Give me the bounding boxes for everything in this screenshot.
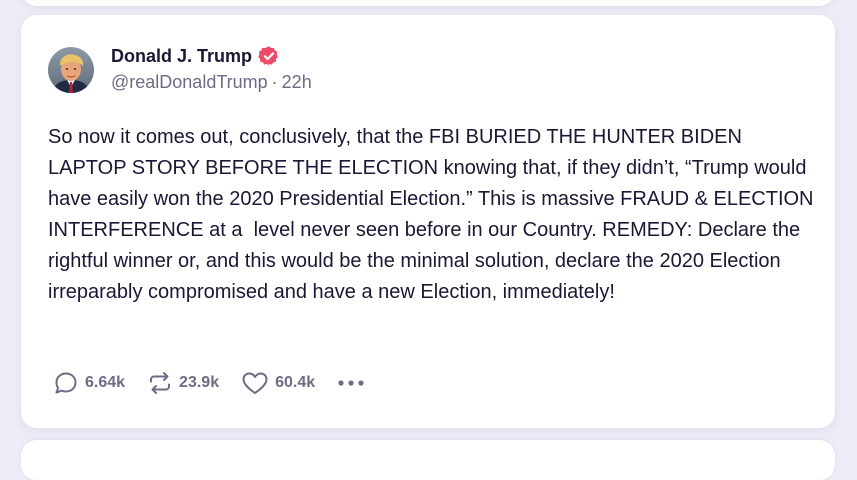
- repost-button[interactable]: 23.9k: [147, 370, 219, 396]
- more-options-icon[interactable]: [337, 378, 365, 388]
- heart-icon: [242, 372, 268, 394]
- reply-count: 6.64k: [85, 374, 126, 391]
- post-actions: 6.64k 23.9k 60.4k: [53, 369, 365, 397]
- repost-icon: [150, 372, 171, 394]
- like-count: 60.4k: [275, 374, 316, 391]
- next-post-card: [21, 440, 835, 480]
- avatar[interactable]: [48, 47, 94, 93]
- author-display-name[interactable]: Donald J. Trump: [111, 46, 252, 67]
- meta-separator: ·: [271, 72, 278, 92]
- post-meta: @realDonaldTrump · 22h: [111, 72, 312, 93]
- repost-count: 23.9k: [179, 374, 220, 391]
- post-card: Donald J. Trump @realDonaldTrump · 22h So …: [21, 15, 835, 428]
- post-body-text: So now it comes out, conclusively, that …: [48, 126, 820, 303]
- reply-icon: [55, 372, 77, 394]
- post-header: Donald J. Trump @realDonaldTrump · 22h: [111, 43, 312, 93]
- previous-post-card: [21, 0, 835, 6]
- author-handle[interactable]: @realDonaldTrump: [111, 72, 268, 92]
- like-button[interactable]: 60.4k: [241, 370, 315, 396]
- post-timestamp[interactable]: 22h: [282, 72, 312, 92]
- verified-badge-icon: [258, 45, 280, 67]
- reply-button[interactable]: 6.64k: [53, 370, 125, 396]
- name-row: Donald J. Trump: [111, 43, 312, 69]
- user-portrait-icon: [48, 47, 94, 93]
